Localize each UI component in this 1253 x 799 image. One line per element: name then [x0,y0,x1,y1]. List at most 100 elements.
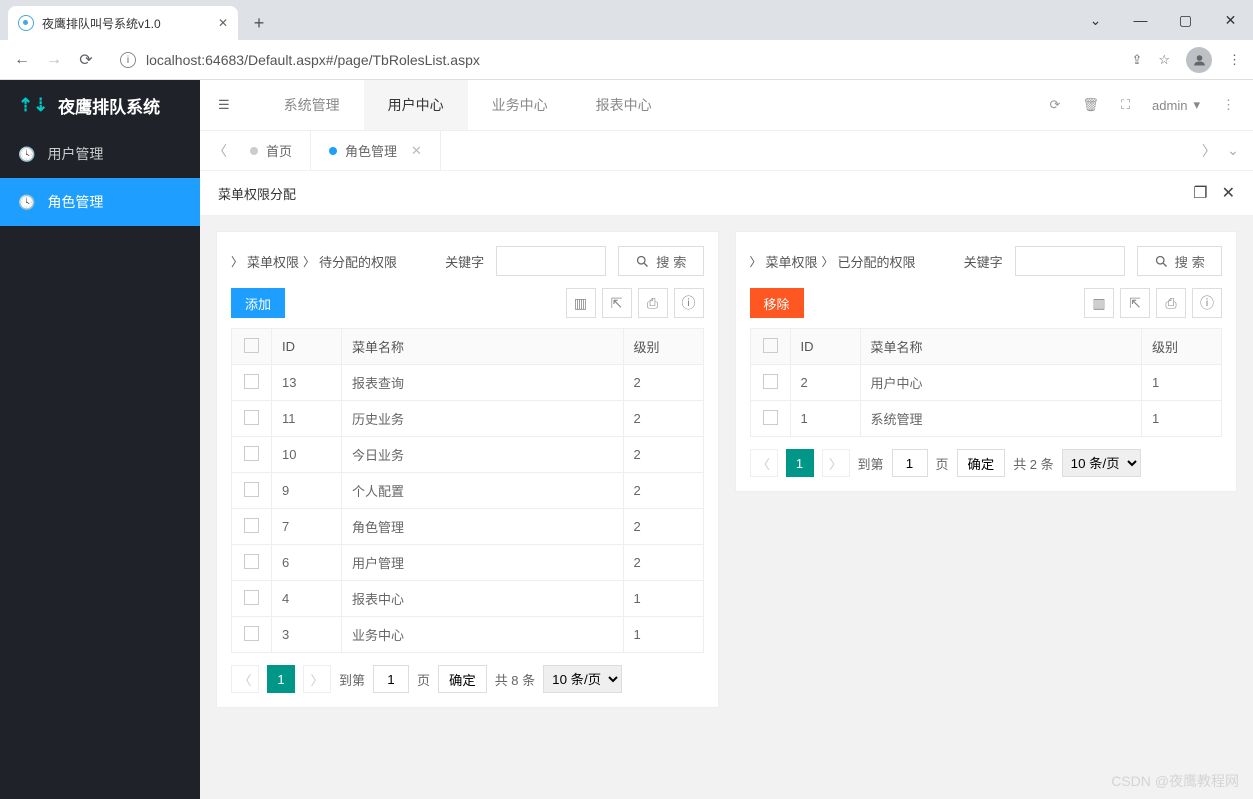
row-checkbox[interactable] [244,410,259,425]
goto-confirm-button[interactable]: 确定 [957,449,1006,477]
trash-icon[interactable]: 🗑 [1082,97,1099,113]
add-button[interactable]: 添加 [231,288,285,318]
tabs-dropdown-icon[interactable]: ⌄ [1221,142,1245,159]
pager-left: 〈 1 〉 到第 页 确定 共 8 条 10 条/页 [231,665,704,693]
info-icon[interactable]: ⓘ [674,288,704,318]
columns-icon[interactable]: ▥ [566,288,596,318]
cell-id: 7 [272,509,342,545]
collapse-sidebar-icon[interactable]: ☰ [218,97,230,113]
minimize-button[interactable]: ― [1118,5,1163,35]
cell-name: 今日业务 [342,437,624,473]
export-icon[interactable]: ⇱ [602,288,632,318]
cell-level: 2 [623,473,703,509]
per-page-select[interactable]: 10 条/页 [1062,449,1141,477]
close-window-button[interactable]: ✕ [1208,5,1253,35]
row-checkbox[interactable] [763,374,778,389]
row-checkbox[interactable] [244,482,259,497]
sidebar-item[interactable]: 🕓用户管理 [0,130,200,178]
next-page-button[interactable]: 〉 [303,665,331,693]
close-tab-icon[interactable]: ✕ [218,16,228,30]
profile-avatar[interactable] [1186,47,1212,73]
per-page-select[interactable]: 10 条/页 [543,665,622,693]
goto-input[interactable] [892,449,928,477]
tab-home[interactable]: 首页 [232,131,311,170]
keyword-input[interactable] [496,246,606,276]
breadcrumb: 〉菜单权限 〉待分配的权限 [231,252,397,271]
goto-input[interactable] [373,665,409,693]
browser-tab[interactable]: 夜鹰排队叫号系统v1.0 ✕ [8,6,238,40]
cell-level: 1 [1142,365,1222,401]
caret-down-icon[interactable]: ⌄ [1073,5,1118,35]
topnav-item[interactable]: 报表中心 [572,80,676,130]
sidebar-item-label: 用户管理 [47,144,103,164]
reload-button[interactable]: ⟳ [76,50,96,70]
row-checkbox[interactable] [244,374,259,389]
remove-button[interactable]: 移除 [750,288,804,318]
back-button[interactable]: ← [12,51,32,69]
col-id: ID [790,329,860,365]
cell-id: 9 [272,473,342,509]
row-checkbox[interactable] [244,590,259,605]
columns-icon[interactable]: ▥ [1084,288,1114,318]
topnav-item[interactable]: 用户中心 [364,80,468,130]
search-button[interactable]: 搜 索 [1137,246,1222,276]
goto-confirm-button[interactable]: 确定 [438,665,487,693]
site-info-icon[interactable]: i [120,52,136,68]
tab-roles-label: 角色管理 [345,141,397,160]
select-all-checkbox[interactable] [244,338,259,353]
top-nav: 系统管理用户中心业务中心报表中心 [260,80,676,130]
refresh-icon[interactable]: ⟳ [1050,97,1061,113]
topnav-item[interactable]: 业务中心 [468,80,572,130]
breadcrumb: 〉菜单权限 〉已分配的权限 [750,252,916,271]
row-checkbox[interactable] [763,410,778,425]
search-button[interactable]: 搜 索 [618,246,703,276]
cell-name: 用户中心 [860,365,1142,401]
topnav-item[interactable]: 系统管理 [260,80,364,130]
tabs-scroll-right-icon[interactable]: 〉 [1197,141,1221,161]
sidebar-item[interactable]: 🕓角色管理 [0,178,200,226]
cell-name: 个人配置 [342,473,624,509]
row-checkbox[interactable] [244,554,259,569]
print-icon[interactable]: ⎙ [1156,288,1186,318]
tabs-scroll-left-icon[interactable]: 〈 [208,141,232,161]
copy-icon[interactable]: ❐ [1193,183,1207,203]
close-page-icon[interactable]: ✕ [1222,183,1235,203]
cell-level: 2 [623,437,703,473]
row-checkbox[interactable] [244,626,259,641]
export-icon[interactable]: ⇱ [1120,288,1150,318]
close-tab-icon[interactable]: ✕ [411,143,422,159]
page-number[interactable]: 1 [786,449,814,477]
row-checkbox[interactable] [244,446,259,461]
keyword-input[interactable] [1015,246,1125,276]
select-all-checkbox[interactable] [763,338,778,353]
more-icon[interactable]: ⋮ [1222,97,1235,113]
brand-text: 夜鹰排队系统 [58,93,160,118]
page-number[interactable]: 1 [267,665,295,693]
row-checkbox[interactable] [244,518,259,533]
cell-name: 角色管理 [342,509,624,545]
prev-page-button[interactable]: 〈 [231,665,259,693]
sidebar: ⇡⇣ 夜鹰排队系统 🕓用户管理🕓角色管理 [0,80,200,799]
tab-roles[interactable]: 角色管理 ✕ [311,131,441,170]
print-icon[interactable]: ⎙ [638,288,668,318]
info-icon[interactable]: ⓘ [1192,288,1222,318]
bookmark-icon[interactable]: ☆ [1158,52,1170,68]
user-dropdown[interactable]: admin ▾ [1152,97,1200,113]
cell-id: 10 [272,437,342,473]
prev-page-button[interactable]: 〈 [750,449,778,477]
table-row: 10今日业务2 [232,437,704,473]
share-icon[interactable]: ⇪ [1131,52,1142,68]
cell-level: 1 [1142,401,1222,437]
url-field[interactable]: i localhost:64683/Default.aspx#/page/TbR… [108,45,1119,75]
tab-home-label: 首页 [266,141,292,160]
cell-id: 4 [272,581,342,617]
forward-button[interactable]: → [44,51,64,69]
next-page-button[interactable]: 〉 [822,449,850,477]
maximize-button[interactable]: ▢ [1163,5,1208,35]
fullscreen-icon[interactable]: ⛶ [1121,97,1130,113]
menu-icon[interactable]: ⋮ [1228,52,1241,68]
new-tab-button[interactable]: + [244,8,274,38]
favicon-icon [18,15,34,31]
cell-id: 13 [272,365,342,401]
table-row: 13报表查询2 [232,365,704,401]
